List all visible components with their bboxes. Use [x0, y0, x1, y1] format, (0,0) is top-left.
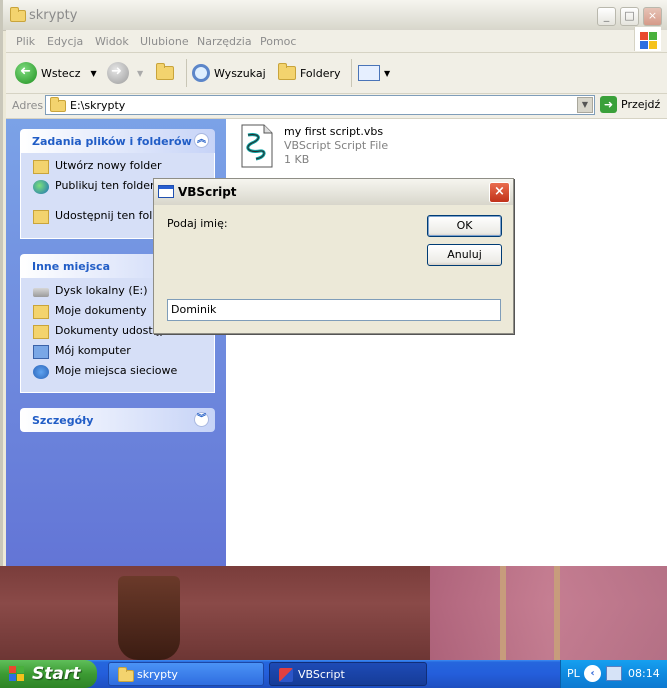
- places-panel-title: Inne miejsca: [32, 260, 110, 273]
- start-label: Start: [32, 664, 81, 684]
- dialog-close-button[interactable]: ×: [489, 182, 510, 203]
- windows-logo-icon: [634, 27, 661, 51]
- window-icon: [158, 185, 174, 198]
- back-dropdown-icon[interactable]: ▼: [91, 69, 97, 78]
- language-indicator[interactable]: PL: [567, 667, 580, 680]
- back-arrow-icon: [15, 62, 37, 84]
- cancel-button[interactable]: Anuluj: [427, 244, 502, 266]
- network-places-icon: [33, 365, 49, 379]
- dialog-title: VBScript: [178, 185, 237, 199]
- menu-pomoc[interactable]: Pomoc: [260, 35, 296, 48]
- up-folder-button[interactable]: [156, 62, 174, 84]
- taskbar-item-skrypty[interactable]: skrypty: [108, 662, 264, 686]
- my-documents-icon: [33, 305, 49, 319]
- address-dropdown-button[interactable]: ▼: [577, 97, 593, 113]
- dialog-titlebar[interactable]: VBScript ×: [154, 179, 513, 205]
- views-button[interactable]: ▼: [358, 62, 390, 84]
- desktop-wallpaper: [0, 566, 667, 660]
- clock[interactable]: 08:14: [628, 667, 660, 680]
- vbscript-file-icon: [241, 124, 273, 168]
- forward-dropdown-icon: ▼: [137, 68, 144, 78]
- menu-bar: Plik Edycja Widok Ulubione Narzędzia Pom…: [6, 27, 667, 53]
- back-button[interactable]: Wstecz ▼: [15, 62, 97, 84]
- details-panel-title: Szczegóły: [32, 414, 94, 427]
- folders-icon: [278, 63, 296, 80]
- views-icon: [358, 65, 380, 81]
- start-button[interactable]: Start: [0, 660, 97, 688]
- menu-ulubione[interactable]: Ulubione: [140, 35, 189, 48]
- back-label: Wstecz: [41, 66, 81, 80]
- vbscript-icon: [279, 668, 293, 682]
- search-icon: [192, 64, 210, 82]
- close-button[interactable]: ×: [643, 7, 662, 26]
- task-new-folder[interactable]: Utwórz nowy folder: [21, 159, 214, 179]
- network-icon[interactable]: [606, 666, 622, 681]
- system-tray: PL ‹ 08:14: [560, 660, 667, 688]
- toolbar-separator: [186, 59, 187, 87]
- computer-icon: [33, 345, 49, 359]
- folder-icon: [10, 7, 26, 22]
- menu-edycja[interactable]: Edycja: [47, 35, 83, 48]
- folders-button[interactable]: Foldery: [278, 62, 341, 84]
- menu-narzedzia[interactable]: Narzędzia: [197, 35, 252, 48]
- toolbar-separator: [351, 59, 352, 87]
- up-folder-icon: [156, 63, 174, 80]
- tasks-panel-title: Zadania plików i folderów: [32, 135, 192, 148]
- ok-button[interactable]: OK: [427, 215, 502, 237]
- folder-icon: [118, 667, 134, 682]
- address-folder-icon: [50, 97, 66, 112]
- maximize-button[interactable]: □: [620, 7, 639, 26]
- taskbar-item-vbscript[interactable]: VBScript: [269, 662, 427, 686]
- details-panel: Szczegóły ︾: [20, 408, 215, 432]
- menu-widok[interactable]: Widok: [95, 35, 129, 48]
- name-input[interactable]: Dominik: [167, 299, 501, 321]
- address-input[interactable]: E:\skrypty ▼: [45, 95, 595, 115]
- place-network[interactable]: Moje miejsca sieciowe: [21, 364, 214, 384]
- windows-flag-icon: [9, 666, 25, 682]
- window-titlebar[interactable]: skrypty _ □ ×: [3, 0, 667, 31]
- show-hidden-icons-icon[interactable]: ‹: [584, 665, 601, 682]
- file-size: 1 KB: [284, 153, 310, 166]
- vbscript-input-dialog: VBScript × Podaj imię: OK Anuluj Dominik: [153, 178, 514, 334]
- forward-button[interactable]: ▼: [107, 62, 143, 84]
- search-label: Wyszukaj: [214, 66, 266, 80]
- details-panel-header[interactable]: Szczegóły ︾: [20, 408, 215, 432]
- go-button[interactable]: ➜ Przejdź: [600, 96, 660, 113]
- address-label: Adres: [12, 99, 44, 112]
- toolbar: Wstecz ▼ ▼ Wyszukaj Foldery ▼: [6, 53, 667, 94]
- tasks-panel-header[interactable]: Zadania plików i folderów ︽: [20, 129, 215, 153]
- drive-icon: [33, 288, 49, 297]
- go-label: Przejdź: [621, 98, 661, 111]
- address-bar: Adres E:\skrypty ▼ ➜ Przejdź: [6, 94, 667, 119]
- collapse-icon[interactable]: ︽: [194, 133, 209, 148]
- shared-documents-icon: [33, 325, 49, 339]
- expand-icon[interactable]: ︾: [194, 412, 209, 427]
- place-my-computer[interactable]: Mój komputer: [21, 344, 214, 364]
- search-button[interactable]: Wyszukaj: [192, 62, 266, 84]
- file-type: VBScript Script File: [284, 139, 389, 152]
- go-arrow-icon: ➜: [600, 96, 617, 113]
- minimize-button[interactable]: _: [597, 7, 616, 26]
- share-folder-icon: [33, 210, 49, 224]
- new-folder-icon: [33, 160, 49, 174]
- address-value: E:\skrypty: [70, 99, 126, 112]
- views-dropdown-icon: ▼: [384, 68, 391, 78]
- wallpaper-pot: [118, 576, 180, 660]
- taskbar: Start skrypty VBScript PL ‹ 08:14: [0, 660, 667, 688]
- folders-label: Foldery: [300, 66, 341, 80]
- menu-plik[interactable]: Plik: [16, 35, 35, 48]
- window-title: skrypty: [29, 8, 78, 23]
- forward-arrow-icon: [107, 62, 129, 84]
- publish-web-icon: [33, 180, 49, 194]
- file-name: my first script.vbs: [284, 125, 384, 138]
- wallpaper-ladder: [500, 566, 560, 660]
- dialog-prompt: Podaj imię:: [167, 217, 228, 230]
